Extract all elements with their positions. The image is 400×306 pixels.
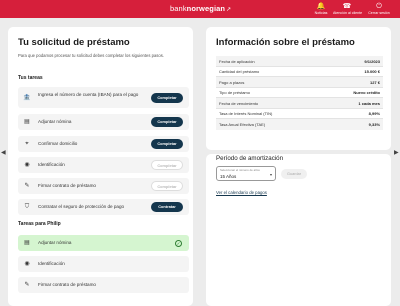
info-row: Fecha de vencimiento 1 cada mes [216,98,383,109]
info-value: 1 cada mes [358,100,380,106]
info-row: Tipo de préstamo Nuevo crédito [216,88,383,98]
info-row: Pago a plazos 127 € [216,77,383,88]
philip-task-payslip-label: Adjuntar nómina [38,240,72,245]
philip-task-sign-contract-label: Firmar contrato de préstamo [38,282,96,287]
sign-icon: ✎ [24,282,30,288]
task-payslip-label: Adjuntar nómina [38,119,72,124]
nav-logout-label: Cerrar sesión [368,11,390,15]
contract-insurance-button[interactable]: Contratar [151,202,183,212]
complete-iban-button[interactable]: Completar [151,92,183,103]
task-iban: 🏦 Ingresa el número de cuenta (IBAN) par… [18,87,189,108]
complete-payslip-button[interactable]: Completar [151,117,183,127]
philip-tasks-heading: Tareas para Philip [18,221,61,227]
id-icon: ◉ [24,261,30,267]
chevron-down-icon: ▾ [269,172,272,177]
years-select[interactable]: Seleccionar el número de años 15 Años ▾ [216,166,276,181]
loan-application-card: Tu solicitud de préstamo Para que podamo… [8,27,193,306]
scroll-right-icon[interactable]: ▶ [394,149,399,156]
amortization-title: Período de amortización [216,155,284,162]
info-value: 9/1/2023 [364,58,380,64]
info-row: Fecha de aplicación 9/1/2023 [216,56,383,67]
brand-text-bold: norwegian [186,4,226,13]
shield-icon: ⛉ [24,204,30,210]
info-row: Tasa de Interés Nominal (TIN) 8,99% [216,109,383,119]
brand-text-light: bank [170,4,187,13]
task-sign-contract-label: Firmar contrato de préstamo [38,183,96,188]
complete-address-button[interactable]: Completar [151,139,183,149]
nav-news-label: Noticias [314,11,328,15]
info-key: Cantidad del préstamo [219,69,260,74]
task-identification: ◉ Identificación Completar [18,157,189,173]
support-icon: ☎ [342,3,352,10]
task-payslip: ▤ Adjuntar nómina Completar [18,114,189,130]
info-key: Tasa Anual Efectiva (TAE) [219,121,266,127]
loan-info-title: Información sobre el préstamo [216,37,355,48]
task-sign-contract: ✎ Firmar contrato de préstamo Completar [18,178,189,194]
info-value: 127 € [369,79,380,85]
page-title: Tu solicitud de préstamo [18,37,130,48]
location-icon: ⌖ [25,141,29,147]
scroll-left-icon[interactable]: ◀ [1,149,6,156]
task-insurance: ⛉ Contratar el seguro de protección de p… [18,199,189,215]
info-key: Tasa de Interés Nominal (TIN) [219,111,273,116]
page-subtitle: Para que podamos procesar tu solicitud d… [18,53,164,58]
philip-task-payslip[interactable]: ▤ Adjuntar nómina ✓ [18,235,189,251]
info-key: Fecha de vencimiento [219,100,259,106]
info-key: Pago a plazos [219,79,245,85]
bank-icon: 🏦 [23,94,31,101]
your-tasks-heading: Tus tareas [18,75,43,81]
sign-icon: ✎ [24,183,30,189]
philip-task-identification-label: Identificación [38,261,65,266]
years-select-label: Seleccionar el número de años [220,168,260,172]
nav-logout[interactable]: ⏻ Cerrar sesión [365,2,393,16]
top-bar: banknorwegian↗ 🔔 Noticias ☎ Atención al … [0,0,400,18]
info-key: Fecha de aplicación [219,58,255,64]
payslip-icon: ▤ [24,240,30,246]
complete-identification-button[interactable]: Completar [151,160,183,170]
brand-logo[interactable]: banknorwegian↗ [170,4,231,13]
task-iban-label: Ingresa el número de cuenta (IBAN) para … [38,91,139,97]
task-address: ⌖ Confirmar domicilio Completar [18,136,189,152]
task-insurance-label: Contratar el seguro de protección de pag… [38,204,125,209]
task-address-label: Confirmar domicilio [38,141,78,146]
info-key: Tipo de préstamo [219,90,250,95]
brand-swoosh-icon: ↗ [226,7,232,13]
loan-info-table: Fecha de aplicación 9/1/2023 Cantidad del… [216,56,383,130]
complete-sign-contract-button[interactable]: Completar [151,181,183,191]
nav-support-label: Atención al cliente [333,11,363,15]
info-value: 9,33% [368,121,380,127]
task-identification-label: Identificación [38,162,65,167]
loan-info-card: Información sobre el préstamo Fecha de a… [206,27,391,150]
info-value: 8,99% [368,111,380,116]
bell-icon: 🔔 [316,3,326,10]
logout-icon: ⏻ [376,3,382,10]
nav-support[interactable]: ☎ Atención al cliente [333,2,363,16]
info-value: 15.000 € [364,69,380,74]
philip-task-identification[interactable]: ◉ Identificación [18,256,189,272]
info-value: Nuevo crédito [353,90,380,95]
payslip-icon: ▤ [24,119,30,125]
philip-task-sign-contract[interactable]: ✎ Firmar contrato de préstamo [18,277,189,293]
nav-news[interactable]: 🔔 Noticias [307,2,335,16]
save-button[interactable]: Guardar [281,169,307,179]
years-select-value: 15 Años [220,174,237,179]
check-circle-icon: ✓ [175,239,182,247]
info-row: Tasa Anual Efectiva (TAE) 9,33% [216,119,383,130]
info-row: Cantidad del préstamo 15.000 € [216,67,383,77]
payment-schedule-link[interactable]: Ver el calendario de pagos [216,190,267,195]
id-icon: ◉ [24,162,30,168]
